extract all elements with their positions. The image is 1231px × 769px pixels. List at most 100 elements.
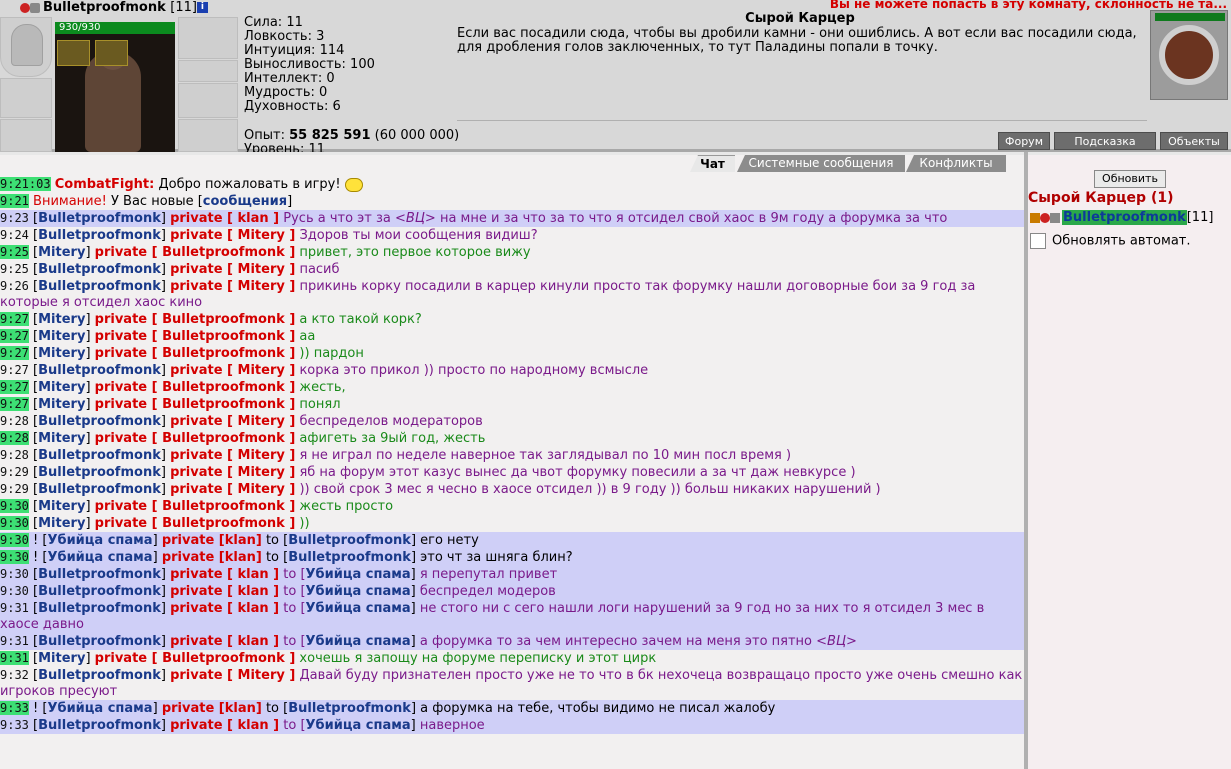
tab-conflicts[interactable]: Конфликты <box>906 155 1006 172</box>
chat-time[interactable]: 9:31 <box>0 651 29 665</box>
chat-text: ] <box>85 431 95 446</box>
chat-nick[interactable]: сообщения <box>203 194 287 209</box>
chat-time[interactable]: 9:21 <box>0 194 29 208</box>
chat-time[interactable]: 9:26 <box>0 279 29 293</box>
chat-time[interactable]: 9:27 <box>0 329 29 343</box>
chat-line: 9:33 ! [Убийца спама] private [klan] to … <box>0 700 1024 717</box>
chat-time[interactable]: 9:28 <box>0 414 29 428</box>
chat-nick[interactable]: Убийца спама <box>47 701 152 716</box>
player-name[interactable]: Bulletproofmonk <box>43 0 166 15</box>
chat-nick[interactable]: Mitery <box>38 397 85 412</box>
chat-time[interactable]: 9:29 <box>0 465 29 479</box>
chat-nick[interactable]: Mitery <box>38 312 85 327</box>
chat-time[interactable]: 9:25 <box>0 245 29 259</box>
effect-icon-1[interactable] <box>57 40 90 66</box>
chat-nick[interactable]: Bulletproofmonk <box>288 701 411 716</box>
rings-slot[interactable] <box>178 60 238 82</box>
chat-nick[interactable]: Bulletproofmonk <box>288 550 411 565</box>
tab-system-messages[interactable]: Системные сообщения <box>737 155 905 172</box>
chat-text: ] <box>160 634 171 649</box>
chat-nick[interactable]: Bulletproofmonk <box>288 533 411 548</box>
chat-nick[interactable]: Bulletproofmonk <box>38 414 161 429</box>
room-map[interactable] <box>1150 10 1228 100</box>
hint-button[interactable]: Подсказка <box>1054 132 1156 150</box>
chat-time[interactable]: 9:27 <box>0 397 29 411</box>
refresh-button[interactable]: Обновить <box>1094 170 1166 188</box>
chat-time[interactable]: 9:32 <box>0 668 29 682</box>
effect-icon-2[interactable] <box>95 40 128 66</box>
chat-nick[interactable]: Bulletproofmonk <box>38 567 161 582</box>
chat-time[interactable]: 9:27 <box>0 363 29 377</box>
chat-time[interactable]: 9:30 <box>0 516 29 530</box>
chat-nick[interactable]: Bulletproofmonk <box>38 634 161 649</box>
chat-nick[interactable]: Bulletproofmonk <box>38 668 161 683</box>
chat-time[interactable]: 9:30 <box>0 567 29 581</box>
chat-nick[interactable]: Mitery <box>38 346 85 361</box>
forum-button[interactable]: Форум <box>998 132 1050 150</box>
weapon-slot[interactable] <box>0 119 52 152</box>
chat-nick[interactable]: Убийца спама <box>306 634 411 649</box>
chat-time[interactable]: 9:24 <box>0 228 29 242</box>
chat-nick[interactable]: Mitery <box>38 431 85 446</box>
chat-nick[interactable]: Bulletproofmonk <box>38 211 161 226</box>
chat-nick[interactable]: Bulletproofmonk <box>38 228 161 243</box>
info-icon[interactable]: i <box>196 2 208 13</box>
chat-nick[interactable]: Убийца спама <box>47 533 152 548</box>
chat-text: Здоров ты мои сообщения видиш? <box>295 228 538 243</box>
chat-nick[interactable]: Bulletproofmonk <box>38 363 161 378</box>
chat-nick[interactable]: Bulletproofmonk <box>38 262 161 277</box>
private-arrow-icon[interactable] <box>1030 212 1040 223</box>
chat-time[interactable]: 9:30 <box>0 533 29 547</box>
map-compass-icon[interactable] <box>1159 25 1219 85</box>
chat-time[interactable]: 9:33 <box>0 718 29 732</box>
chat-nick[interactable]: Убийца спама <box>306 567 411 582</box>
chat-time[interactable]: 9:27 <box>0 312 29 326</box>
chat-nick[interactable]: Убийца спама <box>47 550 152 565</box>
chat-time[interactable]: 9:28 <box>0 448 29 462</box>
chat-time[interactable]: 9:27 <box>0 380 29 394</box>
chat-time[interactable]: 9:25 <box>0 262 29 276</box>
chat-nick[interactable]: Bulletproofmonk <box>38 465 161 480</box>
chat-nick[interactable]: Mitery <box>38 329 85 344</box>
chat-nick[interactable]: Убийца спама <box>306 718 411 733</box>
gloves-slot[interactable] <box>178 83 238 118</box>
chat-time[interactable]: 9:33 <box>0 701 29 715</box>
chat-time[interactable]: 9:31 <box>0 601 29 615</box>
helmet-slot[interactable] <box>0 17 52 77</box>
shield-slot[interactable] <box>178 119 238 152</box>
objects-button[interactable]: Объекты <box>1160 132 1228 150</box>
chat-private-tag: private [ klan ] <box>170 634 280 649</box>
chat-time[interactable]: 9:30 <box>0 550 29 564</box>
chat-nick[interactable]: Mitery <box>38 245 85 260</box>
chat-nick[interactable]: Bulletproofmonk <box>38 279 161 294</box>
chat-time[interactable]: 9:27 <box>0 346 29 360</box>
chat-nick[interactable]: Mitery <box>38 651 85 666</box>
chat-nick[interactable]: Bulletproofmonk <box>38 448 161 463</box>
chat-nick[interactable]: Mitery <box>38 516 85 531</box>
auto-refresh-checkbox[interactable] <box>1030 233 1046 249</box>
chat-line: 9:27 [Mitery] private [ Bulletproofmonk … <box>0 311 1024 328</box>
chat-time[interactable]: 9:30 <box>0 584 29 598</box>
chat-private-tag: private [ Mitery ] <box>170 668 296 683</box>
chat-nick[interactable]: Bulletproofmonk <box>38 482 161 497</box>
chat-nick[interactable]: Bulletproofmonk <box>38 601 161 616</box>
earrings-slot[interactable] <box>178 17 238 59</box>
chat-time[interactable]: 9:28 <box>0 431 29 445</box>
chat-nick[interactable]: Bulletproofmonk <box>38 718 161 733</box>
chat-time[interactable]: 9:23 <box>0 211 29 225</box>
bracers-slot[interactable] <box>0 78 52 118</box>
chat-time[interactable]: 9:31 <box>0 634 29 648</box>
chat-time[interactable]: 9:30 <box>0 499 29 513</box>
chat-nick[interactable]: Mitery <box>38 380 85 395</box>
chat-nick[interactable]: Убийца спама <box>306 584 411 599</box>
character-portrait[interactable] <box>55 22 175 152</box>
tab-chat[interactable]: Чат <box>690 155 735 172</box>
chat-nick[interactable]: Bulletproofmonk <box>38 584 161 599</box>
room-user-name[interactable]: Bulletproofmonk <box>1062 210 1187 225</box>
chat-nick[interactable]: Убийца спама <box>306 601 411 616</box>
chat-time[interactable]: 9:29 <box>0 482 29 496</box>
chat-time[interactable]: 9:21:03 <box>0 177 51 191</box>
chat-private-tag: private [ klan ] <box>170 601 280 616</box>
chat-nick[interactable]: Mitery <box>38 499 85 514</box>
chat-text: ] <box>160 718 171 733</box>
